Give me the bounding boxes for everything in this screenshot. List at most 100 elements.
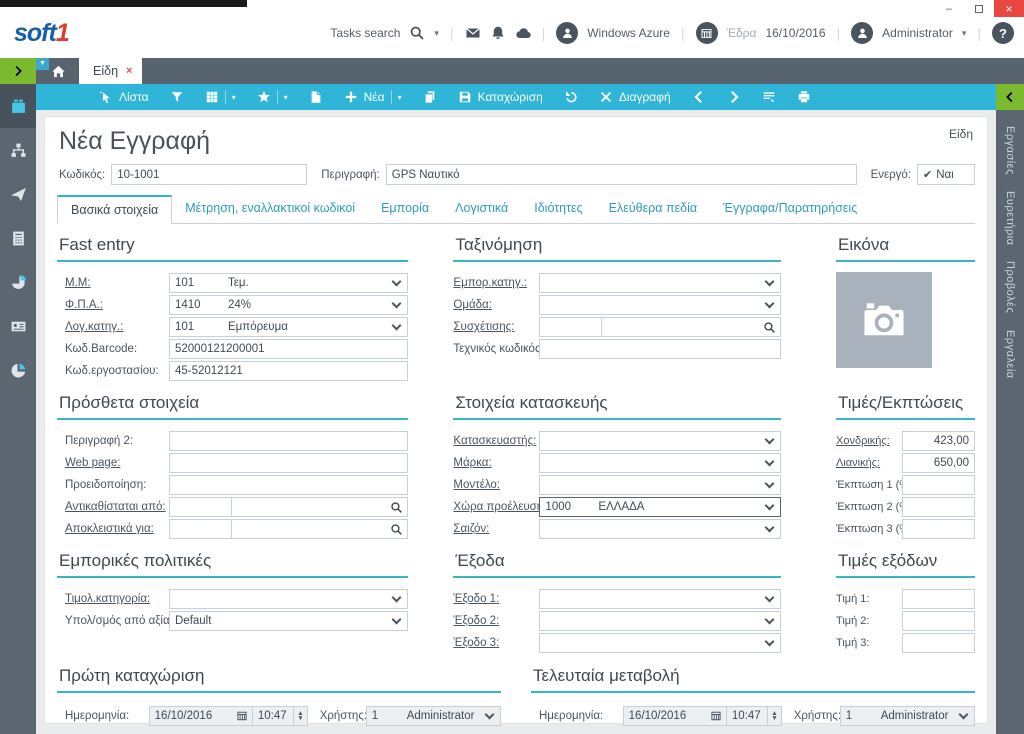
time-spinner[interactable]: ▲▼	[293, 707, 306, 725]
item-image-placeholder[interactable]	[836, 272, 932, 368]
field-label[interactable]: Εμπορ.κατηγ.:	[453, 277, 539, 289]
select-field[interactable]	[539, 611, 781, 631]
user-select[interactable]: 1Administrator	[366, 706, 501, 726]
select-field[interactable]: 1000ΕΛΛΑΔΑ	[539, 497, 781, 517]
lookup-code-input[interactable]	[170, 498, 232, 516]
sidebar-item-donut-chart-icon[interactable]	[0, 348, 36, 392]
form-tab-2[interactable]: Μέτρηση, εναλλακτικοί κωδικοί	[172, 195, 368, 223]
number-input[interactable]: 650,00	[902, 453, 975, 473]
number-input[interactable]	[902, 611, 975, 631]
tab-eidi[interactable]: Είδη ×	[79, 58, 142, 84]
toolbar-filter-button[interactable]	[163, 84, 191, 110]
perigrafi-input[interactable]: GPS Ναυτικό	[386, 164, 857, 185]
field-label[interactable]: Κατασκευαστής:	[453, 435, 539, 447]
number-input[interactable]	[902, 497, 975, 517]
field-label[interactable]: Έξοδο 3:	[453, 637, 539, 649]
select-field[interactable]	[539, 589, 781, 609]
field-label[interactable]: Φ.Π.Α.:	[57, 299, 169, 311]
sidebar-item-pie-chart-icon[interactable]	[0, 260, 36, 304]
select-field[interactable]: 101Εμπόρευμα	[169, 317, 408, 337]
form-tab-6[interactable]: Ελεύθερα πεδία	[596, 195, 711, 223]
toolbar-copy-button[interactable]	[416, 84, 444, 110]
field-label[interactable]: Χώρα προέλευσης:	[453, 501, 539, 513]
toolbar-delete-button[interactable]: Διαγραφή	[592, 84, 678, 110]
help-icon[interactable]: ?	[992, 22, 1014, 44]
text-input[interactable]: 52000121200001	[169, 339, 408, 359]
form-tab-7[interactable]: Έγγραφα/Παρατηρήσεις	[710, 195, 870, 223]
right-panel-tab-4[interactable]: Εργαλεία	[1004, 330, 1016, 379]
toolbar-undo-button[interactable]	[557, 84, 585, 110]
text-input[interactable]	[169, 475, 408, 495]
sidebar-item-workspace-icon[interactable]	[0, 84, 36, 128]
kodikos-input[interactable]: 10-1001	[111, 164, 307, 185]
lookup-field[interactable]	[539, 317, 781, 337]
lookup-field[interactable]	[169, 519, 408, 539]
field-label[interactable]: Έξοδο 2:	[453, 615, 539, 627]
time-input[interactable]: 10:47▲▼	[253, 706, 308, 726]
text-input[interactable]	[539, 339, 781, 359]
field-label[interactable]: Μοντέλο:	[453, 479, 539, 491]
tabs-dropdown-notch[interactable]: ▼	[36, 58, 49, 70]
text-input[interactable]	[169, 453, 408, 473]
sidebar-item-calculator-icon[interactable]	[0, 216, 36, 260]
form-tab-5[interactable]: Ιδιότητες	[521, 195, 595, 223]
field-label[interactable]: Λογ.κατηγ.:	[57, 321, 169, 333]
dropdown-caret-icon[interactable]: ▾	[398, 93, 402, 102]
text-input[interactable]: 45-52012121	[169, 361, 408, 381]
select-field[interactable]	[169, 589, 408, 609]
form-tab-4[interactable]: Λογιστικά	[442, 195, 521, 223]
branch-date[interactable]: 16/10/2016	[765, 26, 825, 40]
toolbar-save-button[interactable]: Καταχώριση	[451, 84, 550, 110]
magnifier-icon[interactable]	[763, 321, 776, 334]
home-tab-icon[interactable]	[51, 64, 66, 79]
select-field[interactable]: 101Τεμ.	[169, 273, 408, 293]
magnifier-icon[interactable]	[390, 501, 403, 514]
toolbar-previous-button[interactable]	[685, 84, 713, 110]
window-close-button[interactable]: ×	[994, 0, 1024, 17]
cloud-icon[interactable]	[515, 25, 531, 41]
toolbar-favorites-star-button[interactable]: ▾	[250, 84, 295, 110]
calendar-icon[interactable]	[696, 22, 718, 44]
window-minimize-button[interactable]: –	[934, 0, 964, 17]
toolbar-export-button[interactable]	[302, 84, 330, 110]
select-field[interactable]: Default	[169, 611, 408, 631]
number-input[interactable]	[902, 519, 975, 539]
field-label[interactable]: Σαιζόν:	[453, 523, 539, 535]
sidebar-item-org-chart-icon[interactable]	[0, 128, 36, 172]
field-label[interactable]: Μάρκα:	[453, 457, 539, 469]
select-field[interactable]	[539, 273, 781, 293]
toolbar-list-button[interactable]: Λίστα	[92, 84, 156, 110]
dropdown-caret-icon[interactable]: ▾	[232, 93, 236, 102]
right-panel-tab-2[interactable]: Ευρετήρια	[1004, 191, 1016, 246]
bell-icon[interactable]	[490, 25, 506, 41]
field-label[interactable]: Web page:	[57, 457, 169, 469]
dropdown-caret-icon[interactable]: ▾	[284, 93, 288, 102]
select-field[interactable]: 141024%	[169, 295, 408, 315]
right-panel-tab-1[interactable]: Εργασίες	[1004, 126, 1016, 175]
select-field[interactable]	[539, 633, 781, 653]
magnifier-icon[interactable]	[390, 523, 403, 536]
user-select[interactable]: 1Administrator	[840, 706, 975, 726]
sidebar-item-paper-plane-icon[interactable]	[0, 172, 36, 216]
current-user[interactable]: Administrator	[882, 26, 953, 40]
toolbar-new-button[interactable]: Νέα▾	[337, 84, 409, 110]
calendar-picker-icon[interactable]	[710, 710, 722, 722]
field-label[interactable]: Έξοδο 1:	[453, 593, 539, 605]
toolbar-next-button[interactable]	[720, 84, 748, 110]
lookup-field[interactable]	[169, 497, 408, 517]
number-input[interactable]	[902, 633, 975, 653]
azure-label[interactable]: Windows Azure	[587, 26, 670, 40]
number-input[interactable]	[902, 589, 975, 609]
form-tab-3[interactable]: Εμπορία	[368, 195, 442, 223]
user-dropdown-caret[interactable]: ▾	[962, 28, 967, 39]
mail-icon[interactable]	[465, 25, 481, 41]
date-input[interactable]: 16/10/2016	[623, 706, 727, 726]
field-label[interactable]: Ομάδα:	[453, 299, 539, 311]
azure-icon[interactable]	[556, 22, 578, 44]
toolbar-print-button[interactable]	[790, 84, 818, 110]
time-spinner[interactable]: ▲▼	[767, 707, 780, 725]
field-label[interactable]: Τιμολ.κατηγορία:	[57, 593, 169, 605]
field-label[interactable]: Χονδρικής:	[836, 435, 902, 447]
field-label[interactable]: Λιανικής:	[836, 457, 902, 469]
select-field[interactable]	[539, 295, 781, 315]
